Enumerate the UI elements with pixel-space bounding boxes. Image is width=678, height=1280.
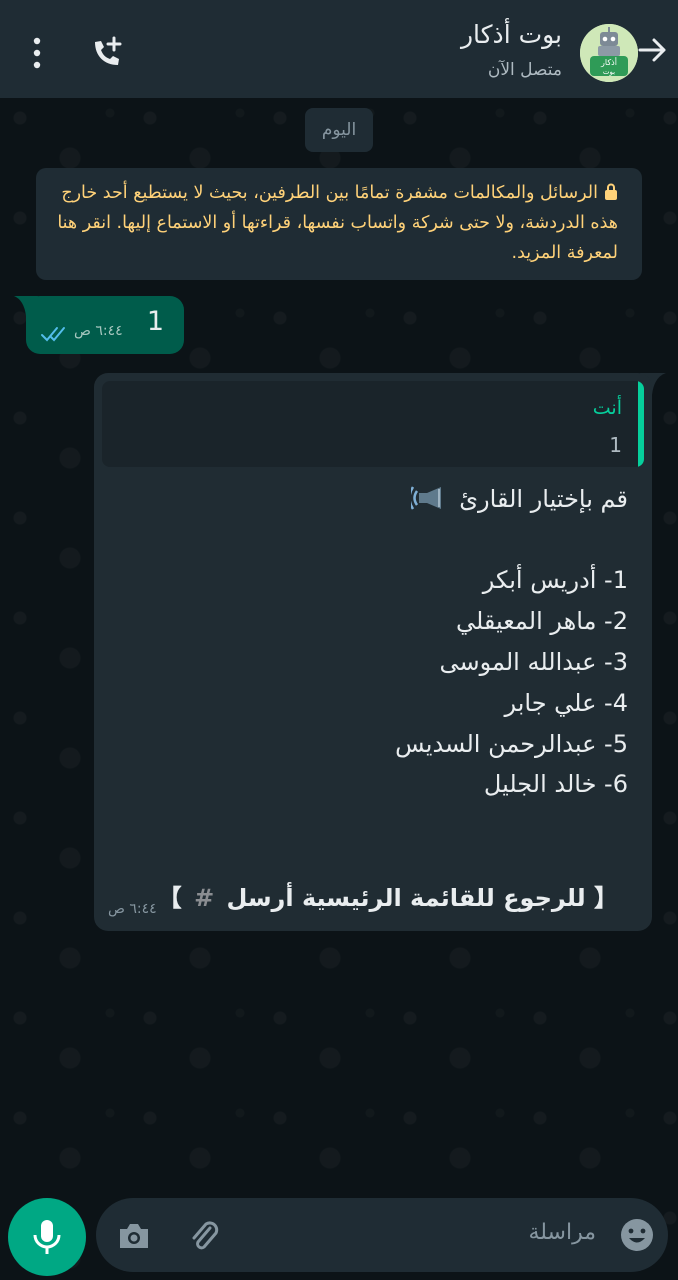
quoted-message[interactable]: أنت 1 xyxy=(102,381,644,467)
footer-open-bracket: 【 xyxy=(594,884,618,912)
outgoing-message[interactable]: 1 ٦:٤٤ ص xyxy=(26,296,184,354)
quote-text: 1 xyxy=(609,433,622,457)
lock-icon xyxy=(605,183,617,200)
attach-icon[interactable] xyxy=(186,1218,222,1254)
message-title: قم بإختيار القارئ xyxy=(459,485,628,513)
bot-avatar-image: أذكار بوت xyxy=(580,24,638,82)
footer-close-bracket: 】 xyxy=(157,884,182,912)
quote-accent-bar xyxy=(638,381,644,467)
reader-option-3: 3- عبدالله الموسى xyxy=(439,648,628,676)
contact-name[interactable]: بوت أذكار xyxy=(461,20,562,49)
footer-hash: # xyxy=(194,884,215,912)
message-input[interactable]: مراسلة xyxy=(528,1220,596,1245)
reader-option-4: 4- علي جابر xyxy=(504,689,628,717)
message-title-line: قم بإختيار القارئ xyxy=(411,481,628,516)
contact-status: متصل الآن xyxy=(487,60,562,80)
emoji-icon[interactable] xyxy=(618,1216,656,1254)
avatar[interactable]: أذكار بوت xyxy=(580,24,638,82)
message-input-bar: مراسلة xyxy=(96,1198,668,1272)
incoming-message[interactable]: أنت 1 قم بإختيار القارئ 1- أدريس أبكر 2-… xyxy=(94,373,652,931)
date-chip: اليوم xyxy=(305,108,373,152)
reader-option-2: 2- ماهر المعيقلي xyxy=(455,607,628,635)
footer-text: للرجوع للقائمة الرئيسية أرسل xyxy=(226,884,586,912)
mic-button[interactable] xyxy=(8,1198,86,1276)
reader-option-6: 6- خالد الجليل xyxy=(483,770,628,798)
mic-icon xyxy=(33,1220,61,1254)
more-vert-icon[interactable] xyxy=(26,36,48,70)
back-to-menu-instruction: 【 للرجوع للقائمة الرئيسية أرسل # 】 xyxy=(158,881,618,915)
reader-option-5: 5- عبدالرحمن السديس xyxy=(395,730,628,758)
double-check-icon xyxy=(41,327,65,342)
chat-header: أذكار بوت بوت أذكار متصل الآن xyxy=(0,0,678,98)
encryption-notice[interactable]: الرسائل والمكالمات مشفرة تمامًا بين الطر… xyxy=(36,168,642,280)
outgoing-message-text: 1 xyxy=(146,306,164,337)
incoming-message-time: ٦:٤٤ ص xyxy=(108,901,157,917)
svg-text:أذكار: أذكار xyxy=(600,57,617,67)
svg-text:بوت: بوت xyxy=(603,68,615,76)
add-call-icon[interactable] xyxy=(88,34,126,72)
outgoing-message-time: ٦:٤٤ ص xyxy=(74,323,123,339)
speaker-icon xyxy=(411,486,442,510)
reader-option-1: 1- أدريس أبكر xyxy=(482,566,628,594)
quote-author: أنت xyxy=(592,397,622,419)
encryption-notice-text: الرسائل والمكالمات مشفرة تمامًا بين الطر… xyxy=(57,183,618,263)
back-arrow-icon[interactable] xyxy=(634,32,670,68)
camera-icon[interactable] xyxy=(116,1218,152,1254)
